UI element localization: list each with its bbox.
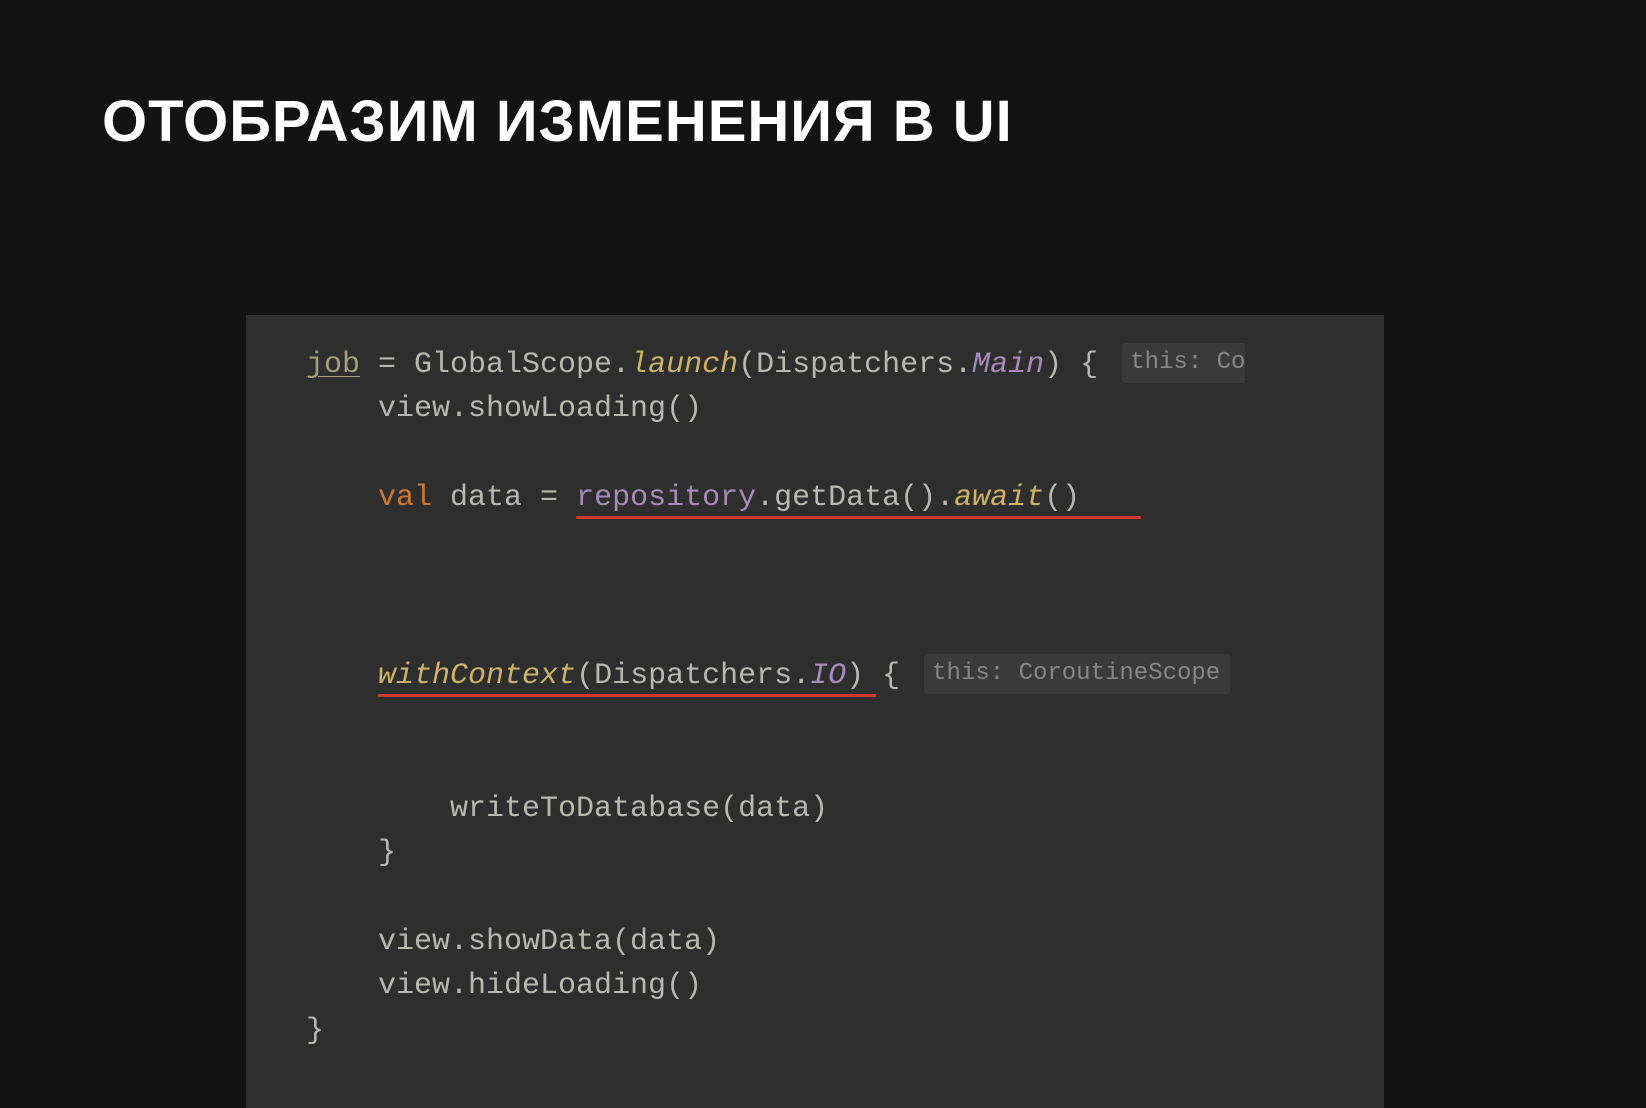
indent [306,392,378,426]
indent [306,969,378,1003]
text: ) { [1044,348,1098,382]
main-dispatcher: Main [972,348,1044,382]
code-line-5: writeToDatabase(data) [306,787,1384,831]
red-underline [378,694,876,697]
text: } [306,1014,324,1048]
code-line-2: view.showLoading() [306,387,1384,431]
withcontext-call: withContext [378,659,576,693]
blank-line [306,876,1384,920]
code-line-1: job = GlobalScope.launch(Dispatchers.Mai… [306,343,1384,387]
slide-title: ОТОБРАЗИМ ИЗМЕНЕНИЯ В UI [0,0,1646,155]
text: () [1044,481,1080,515]
text: ) { [846,659,900,693]
repository-property: repository [576,481,756,515]
text: writeToDatabase(data) [450,792,828,826]
indent [306,481,378,515]
code-block: job = GlobalScope.launch(Dispatchers.Mai… [246,315,1384,1108]
text: view.hideLoading() [378,969,702,1003]
text: = GlobalScope. [360,348,630,382]
code-line-4: withContext(Dispatchers.IO) { this: Coro… [306,654,1384,787]
code-line-7: view.showData(data) [306,920,1384,964]
code-line-8: view.hideLoading() [306,964,1384,1008]
text: .getData(). [756,481,954,515]
red-underline [576,516,1141,519]
indent [306,792,450,826]
code-line-3: val data = repository.getData().await() [306,476,1384,609]
indent [306,925,378,959]
inlay-hint: this: Co [1122,343,1245,383]
await-call: await [954,481,1044,515]
text: view.showData(data) [378,925,720,959]
val-keyword: val [378,481,432,515]
code-line-6: } [306,831,1384,875]
io-dispatcher: IO [810,659,846,693]
job-identifier: job [306,348,360,382]
text: (Dispatchers. [576,659,810,693]
code-line-9: } [306,1009,1384,1053]
indent [306,659,378,693]
blank-line [306,609,1384,653]
blank-line [306,432,1384,476]
indent [306,836,378,870]
text: data = [432,481,576,515]
inlay-hint: this: CoroutineScope [924,654,1230,694]
text: view.showLoading() [378,392,702,426]
text: (Dispatchers. [738,348,972,382]
text: } [378,836,396,870]
launch-call: launch [630,348,738,382]
